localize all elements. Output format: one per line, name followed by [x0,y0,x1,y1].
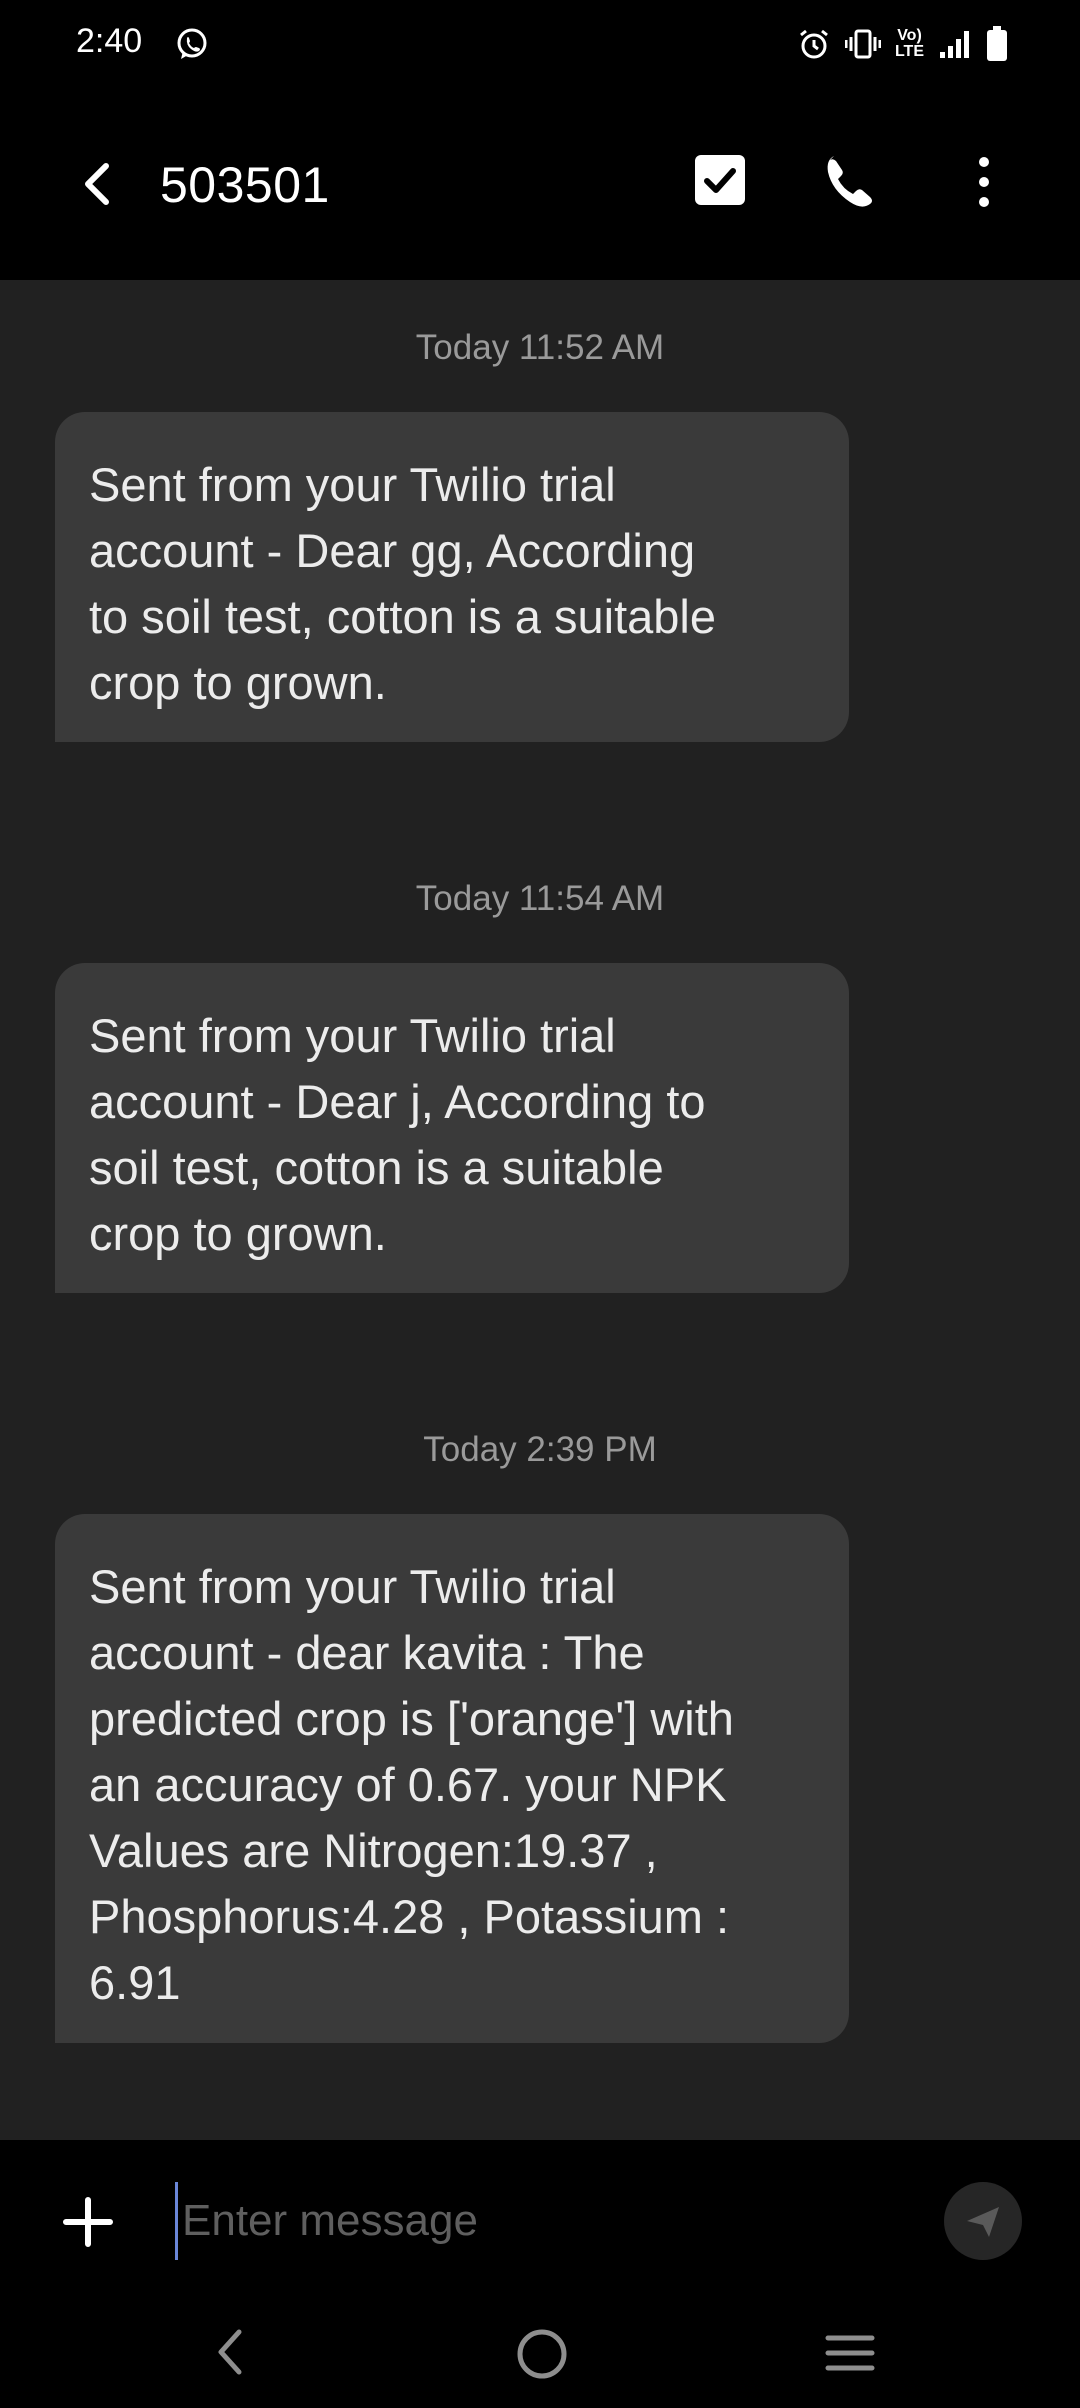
message-timestamp: Today 11:52 AM [415,328,665,367]
conversation-list[interactable]: Today 11:52 AM Sent from your Twilio tri… [0,280,1080,2140]
signal-icon [938,28,972,60]
message-bubble[interactable]: Sent from your Twilio trial account - De… [55,412,849,742]
more-vertical-icon[interactable] [964,150,1004,214]
volte-icon: Vo) LTE [894,27,924,60]
app-bar: 503501 [0,90,1080,280]
message-timestamp: Today 2:39 PM [423,1430,657,1469]
message-bubble[interactable]: Sent from your Twilio trial account - de… [55,1514,849,2043]
checkbox-icon[interactable] [692,152,748,208]
status-bar: 2:40 Vo) LTE [0,0,1080,90]
vibrate-icon [844,28,881,60]
status-time: 2:40 [76,22,143,60]
message-input[interactable] [175,2182,924,2260]
message-bubble[interactable]: Sent from your Twilio trial account - De… [55,963,849,1293]
nav-recents-icon[interactable] [824,2328,876,2378]
back-arrow-icon[interactable] [70,154,130,214]
status-icons: Vo) LTE [797,24,1008,64]
message-composer [0,2140,1080,2300]
navigation-bar [0,2300,1080,2408]
whatsapp-icon [174,26,210,62]
contact-title: 503501 [160,157,330,213]
battery-icon [986,26,1008,62]
plus-icon[interactable] [58,2192,118,2252]
nav-back-icon[interactable] [205,2322,255,2382]
phone-icon[interactable] [820,150,884,214]
nav-home-icon[interactable] [514,2326,570,2382]
message-timestamp: Today 11:54 AM [415,879,665,918]
send-icon[interactable] [944,2182,1022,2260]
alarm-icon [797,27,831,61]
